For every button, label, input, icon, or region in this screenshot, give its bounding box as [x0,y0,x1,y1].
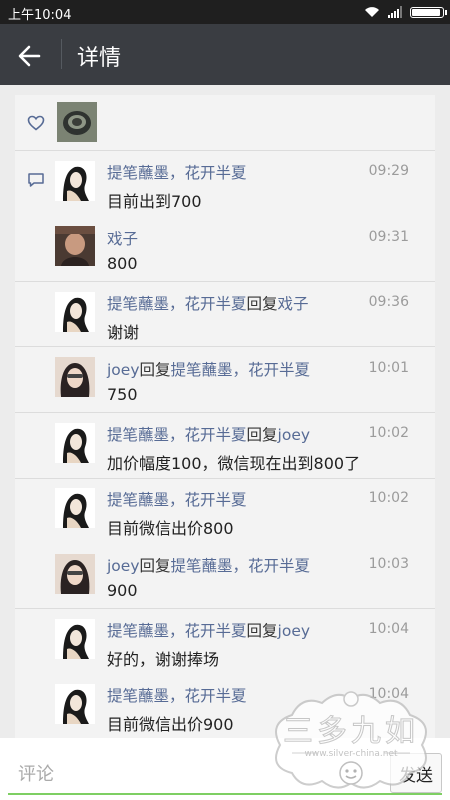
avatar[interactable] [55,619,95,659]
comment-time: 09:36 [368,294,409,310]
wifi-icon [365,7,379,17]
comment-author[interactable]: 提笔蘸墨，花开半夏 [107,488,247,510]
comment-item[interactable]: 提笔蘸墨，花开半夏回复joey 10:04 好的，谢谢捧场 [15,609,435,674]
send-button[interactable]: 发送 [390,753,442,793]
battery-icon [410,6,447,18]
author-name[interactable]: joey [107,361,140,379]
comment-author[interactable]: 提笔蘸墨，花开半夏 [107,684,247,706]
comment-time: 10:03 [368,556,409,572]
heart-icon [27,115,45,131]
reply-label: 回复 [139,557,171,575]
likes-row [15,95,435,151]
header-divider [61,39,62,69]
avatar[interactable] [55,292,95,332]
reply-target-name[interactable]: 提笔蘸墨，花开半夏 [171,361,311,379]
reply-label: 回复 [139,361,171,379]
reply-target-name[interactable]: 戏子 [278,295,309,313]
author-name[interactable]: 提笔蘸墨，花开半夏 [107,687,247,705]
back-arrow-icon [18,45,41,67]
comment-item[interactable]: joey回复提笔蘸墨，花开半夏 10:03 900 [15,544,435,609]
comment-author[interactable]: 提笔蘸墨，花开半夏 [107,161,247,183]
comment-text: 目前微信出价800 [107,519,234,538]
comment-item[interactable]: 提笔蘸墨，花开半夏 10:02 目前微信出价800 [15,479,435,544]
reply-target-name[interactable]: joey [278,622,311,640]
reply-target-name[interactable]: joey [278,426,311,444]
app-header: 详情 [0,24,450,85]
comment-time: 10:02 [368,425,409,441]
reply-label: 回复 [246,622,278,640]
reply-target-name[interactable]: 提笔蘸墨，花开半夏 [171,557,311,575]
status-bar: 上午10:04 [0,0,450,24]
comment-text: 加价幅度100，微信现在出到800了 [107,454,361,473]
status-icons [364,3,447,21]
comment-input-bar: 评论 发送 [0,738,450,800]
liker-avatar[interactable] [57,102,97,142]
comment-item[interactable]: joey回复提笔蘸墨，花开半夏 10:01 750 [15,347,435,413]
avatar[interactable] [55,684,95,724]
comment-item[interactable]: 戏子 09:31 800 [15,216,435,282]
detail-panel: 提笔蘸墨，花开半夏 09:29 目前出到700 戏子 09:31 800 提笔蘸… [15,95,435,750]
comment-item[interactable]: 提笔蘸墨，花开半夏回复戏子 09:36 谢谢 [15,282,435,347]
avatar[interactable] [55,554,95,594]
comment-time: 10:04 [368,686,409,702]
author-name[interactable]: 提笔蘸墨，花开半夏 [107,491,247,509]
author-name[interactable]: 戏子 [107,230,138,248]
author-name[interactable]: 提笔蘸墨，花开半夏 [107,295,247,313]
comment-time: 10:01 [368,360,409,376]
author-name[interactable]: 提笔蘸墨，花开半夏 [107,426,247,444]
reply-label: 回复 [246,426,278,444]
reply-label: 回复 [246,295,278,313]
avatar[interactable] [55,226,95,266]
comment-input[interactable]: 评论 [18,760,54,786]
comment-text: 好的，谢谢捧场 [107,650,220,669]
comment-author[interactable]: 提笔蘸墨，花开半夏回复戏子 [107,292,309,314]
page-title: 详情 [77,46,122,71]
back-button[interactable] [14,40,46,72]
comment-text: 谢谢 [107,323,140,342]
comment-author[interactable]: 提笔蘸墨，花开半夏回复joey [107,423,310,445]
signal-icon [388,6,402,18]
comment-time: 09:29 [368,163,409,179]
comment-item[interactable]: 提笔蘸墨，花开半夏回复joey 10:02 加价幅度100，微信现在出到800了 [15,413,435,479]
comment-time: 09:31 [368,229,409,245]
comment-text: 目前出到700 [107,192,202,211]
comment-text: 900 [107,581,138,600]
comment-author[interactable]: 提笔蘸墨，花开半夏回复joey [107,619,310,641]
comment-time: 10:04 [368,621,409,637]
comment-text: 目前微信出价900 [107,715,234,734]
avatar[interactable] [55,488,95,528]
avatar[interactable] [55,357,95,397]
author-name[interactable]: 提笔蘸墨，花开半夏 [107,164,247,182]
comment-author[interactable]: joey回复提笔蘸墨，花开半夏 [107,358,310,380]
author-name[interactable]: 提笔蘸墨，花开半夏 [107,622,247,640]
comment-text: 800 [107,254,138,273]
avatar[interactable] [55,423,95,463]
comment-item[interactable]: 提笔蘸墨，花开半夏 09:29 目前出到700 [15,151,435,216]
comment-text: 750 [107,385,138,404]
author-name[interactable]: joey [107,557,140,575]
status-time: 上午10:04 [8,8,72,23]
input-underline [8,793,442,795]
comment-author[interactable]: 戏子 [107,227,138,249]
comment-time: 10:02 [368,490,409,506]
avatar[interactable] [55,161,95,201]
comment-author[interactable]: joey回复提笔蘸墨，花开半夏 [107,554,310,576]
